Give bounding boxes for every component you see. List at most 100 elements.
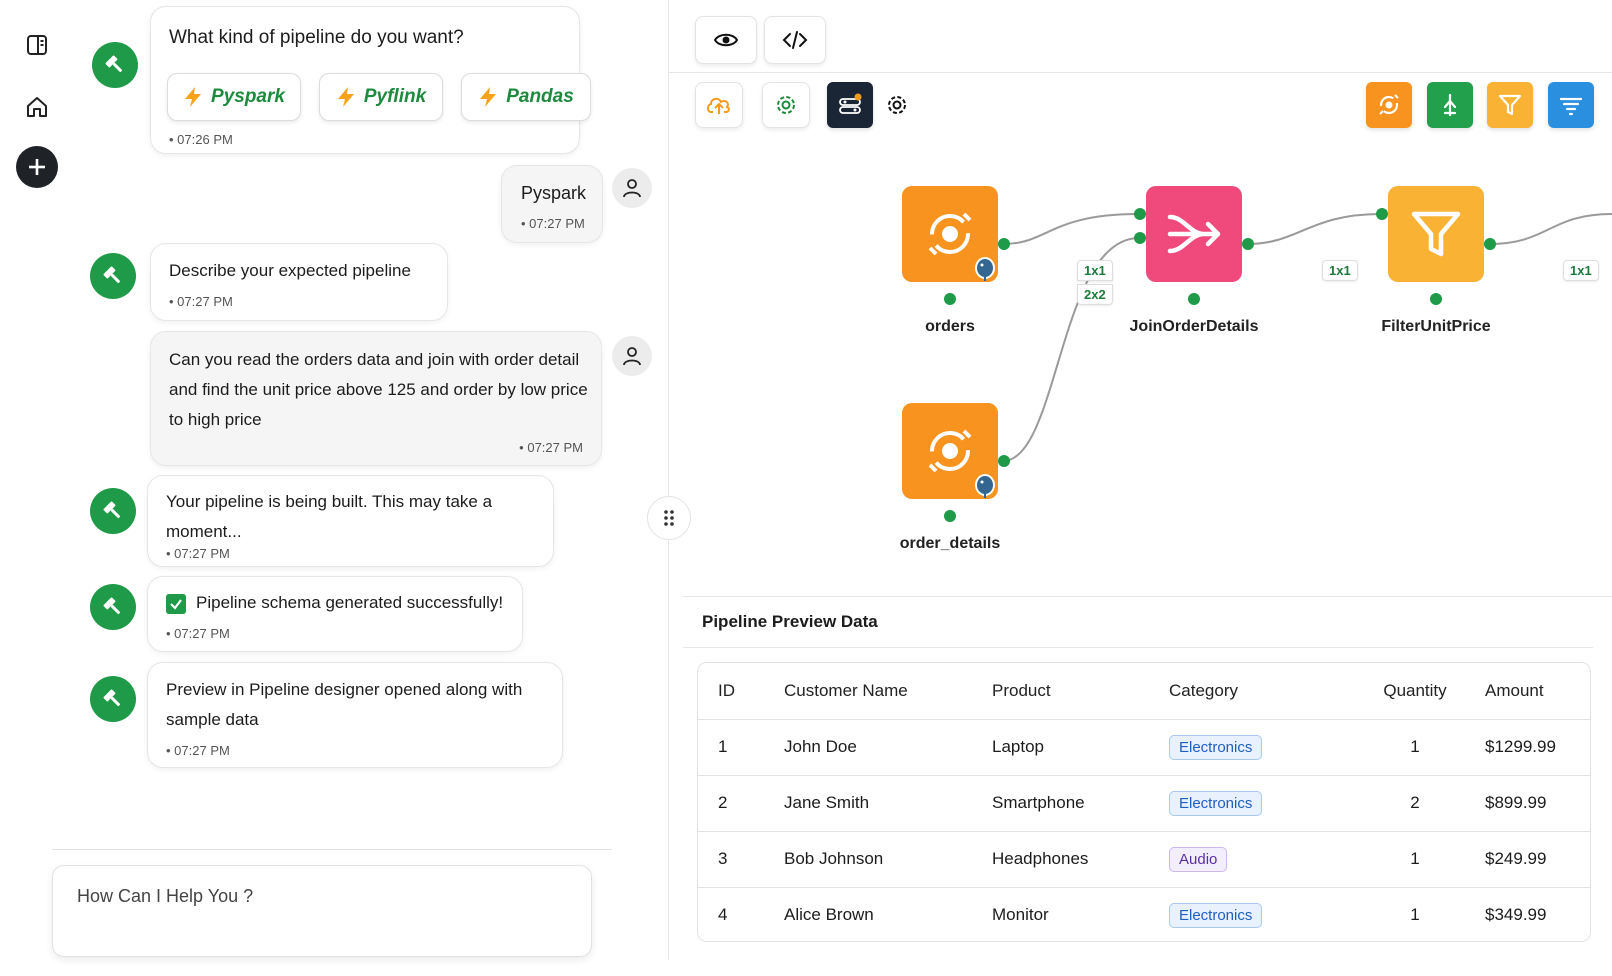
preview-title: Pipeline Preview Data <box>702 612 878 631</box>
user-icon <box>623 179 641 198</box>
code-view-button[interactable] <box>764 16 826 64</box>
column-header[interactable]: ID <box>698 663 784 720</box>
cell-id: 2 <box>698 775 784 832</box>
add-join-button[interactable] <box>1427 82 1473 128</box>
cell-customer-name: Jane Smith <box>784 775 992 832</box>
output-port[interactable] <box>998 238 1010 250</box>
option-label: Pandas <box>506 86 574 107</box>
cloud-upload-icon <box>707 97 730 114</box>
user-avatar <box>612 168 652 208</box>
cell-amount: $349.99 <box>1485 905 1547 925</box>
edge-filter-next <box>1488 213 1612 245</box>
option-label: Pyflink <box>363 86 427 107</box>
user-message: Can you read the orders data and join wi… <box>150 331 602 466</box>
gear-icon <box>777 96 795 114</box>
node-order-details[interactable] <box>902 403 998 499</box>
input-port[interactable] <box>1134 208 1146 220</box>
join-icon <box>1443 93 1457 117</box>
code-icon <box>782 31 808 49</box>
gavel-icon <box>103 501 121 519</box>
settings-button[interactable] <box>762 82 810 128</box>
preview-table: ID Customer Name Product Category Quanti… <box>697 662 1591 942</box>
message-time: 07:27 PM <box>166 743 230 759</box>
input-port[interactable] <box>1134 232 1146 244</box>
bot-message: Your pipeline is being built. This may t… <box>147 475 554 567</box>
message-time: 07:27 PM <box>166 546 230 562</box>
toggle-settings-button[interactable] <box>827 82 873 128</box>
table-row[interactable]: 1 John Doe Laptop Electronics 1 $1299.99 <box>698 719 1590 776</box>
options-message: What kind of pipeline do you want? Pyspa… <box>150 6 591 154</box>
table-row[interactable]: 2 Jane Smith Smartphone Electronics 2 $8… <box>698 775 1590 832</box>
option-pyflink-button[interactable]: Pyflink <box>319 73 443 121</box>
output-port[interactable] <box>998 455 1010 467</box>
sidebar-toggle-icon[interactable] <box>16 24 58 66</box>
canvas-divider <box>683 596 1612 597</box>
new-chat-button[interactable] <box>16 146 58 188</box>
add-sort-button[interactable] <box>1548 82 1594 128</box>
message-time: 07:27 PM <box>169 294 233 310</box>
option-pandas-button[interactable]: Pandas <box>461 73 591 121</box>
column-header[interactable]: Customer Name <box>784 663 992 720</box>
postgres-icon <box>975 474 995 498</box>
input-port[interactable] <box>1376 208 1388 220</box>
checkbox-checked-icon <box>166 593 186 614</box>
column-header[interactable]: Quantity <box>1349 663 1481 720</box>
chat-input[interactable] <box>52 865 592 957</box>
cell-category: Audio <box>1169 831 1349 888</box>
message-time: 07:27 PM <box>166 626 230 642</box>
add-source-button[interactable] <box>1366 82 1412 128</box>
user-icon <box>623 347 641 366</box>
cell-category: Electronics <box>1169 775 1349 832</box>
table-row[interactable]: 3 Bob Johnson Headphones Audio 1 $249.99 <box>698 831 1590 888</box>
edge-tag: 1x1 <box>1563 260 1599 281</box>
add-filter-button[interactable] <box>1487 82 1533 128</box>
node-label: FilterUnitPrice <box>1381 318 1491 335</box>
output-port[interactable] <box>1484 238 1496 250</box>
node-join[interactable] <box>1146 186 1242 282</box>
gavel-icon <box>103 597 121 615</box>
message-text: Preview in Pipeline designer opened alon… <box>166 680 523 729</box>
user-message: Pyspark 07:27 PM <box>501 165 603 243</box>
edge-tag: 1x1 <box>1322 260 1358 281</box>
lightning-icon <box>337 87 354 107</box>
status-dot <box>1430 293 1442 305</box>
output-port[interactable] <box>1242 238 1254 250</box>
join-merge-icon <box>1167 214 1221 254</box>
cell-id: 4 <box>718 905 728 925</box>
status-dot <box>944 510 956 522</box>
option-pyspark-button[interactable]: Pyspark <box>167 73 301 121</box>
home-icon[interactable] <box>16 86 58 128</box>
column-header[interactable]: Product <box>992 663 1169 720</box>
bot-avatar <box>90 584 136 630</box>
status-dot <box>1188 293 1200 305</box>
left-rail <box>0 0 74 976</box>
column-header[interactable]: Category <box>1169 663 1349 720</box>
node-label: orders <box>925 318 975 335</box>
bot-message: Describe your expected pipeline 07:27 PM <box>150 243 448 321</box>
category-badge: Audio <box>1169 846 1228 872</box>
preview-view-button[interactable] <box>695 16 757 64</box>
cell-product: Smartphone <box>992 775 1169 832</box>
preview-divider <box>683 647 1593 648</box>
edge-orderdetails-join <box>1002 237 1140 462</box>
cell-customer-name: Bob Johnson <box>784 831 992 888</box>
message-time: 07:26 PM <box>169 132 233 148</box>
cell-amount: $899.99 <box>1481 775 1590 832</box>
node-filter[interactable] <box>1388 186 1484 282</box>
eye-icon <box>713 33 739 47</box>
table-header-row: ID Customer Name Product Category Quanti… <box>698 663 1590 720</box>
deploy-button[interactable] <box>695 82 743 128</box>
toolbar-divider <box>669 72 1612 73</box>
bot-avatar <box>90 676 136 722</box>
user-avatar <box>612 336 652 376</box>
category-badge: Electronics <box>1169 790 1263 816</box>
bot-avatar <box>92 42 138 88</box>
table-row[interactable]: 4 Alice Brown Monitor Electronics 1 $349… <box>698 887 1590 941</box>
column-header[interactable]: Amount <box>1481 663 1590 720</box>
cell-customer-name: John Doe <box>784 719 992 776</box>
node-orders[interactable] <box>902 186 998 282</box>
cell-amount: $249.99 <box>1481 831 1590 888</box>
lightning-icon <box>185 87 202 107</box>
cell-category: Electronics <box>1169 887 1349 941</box>
settings-gear-button[interactable] <box>882 90 912 120</box>
